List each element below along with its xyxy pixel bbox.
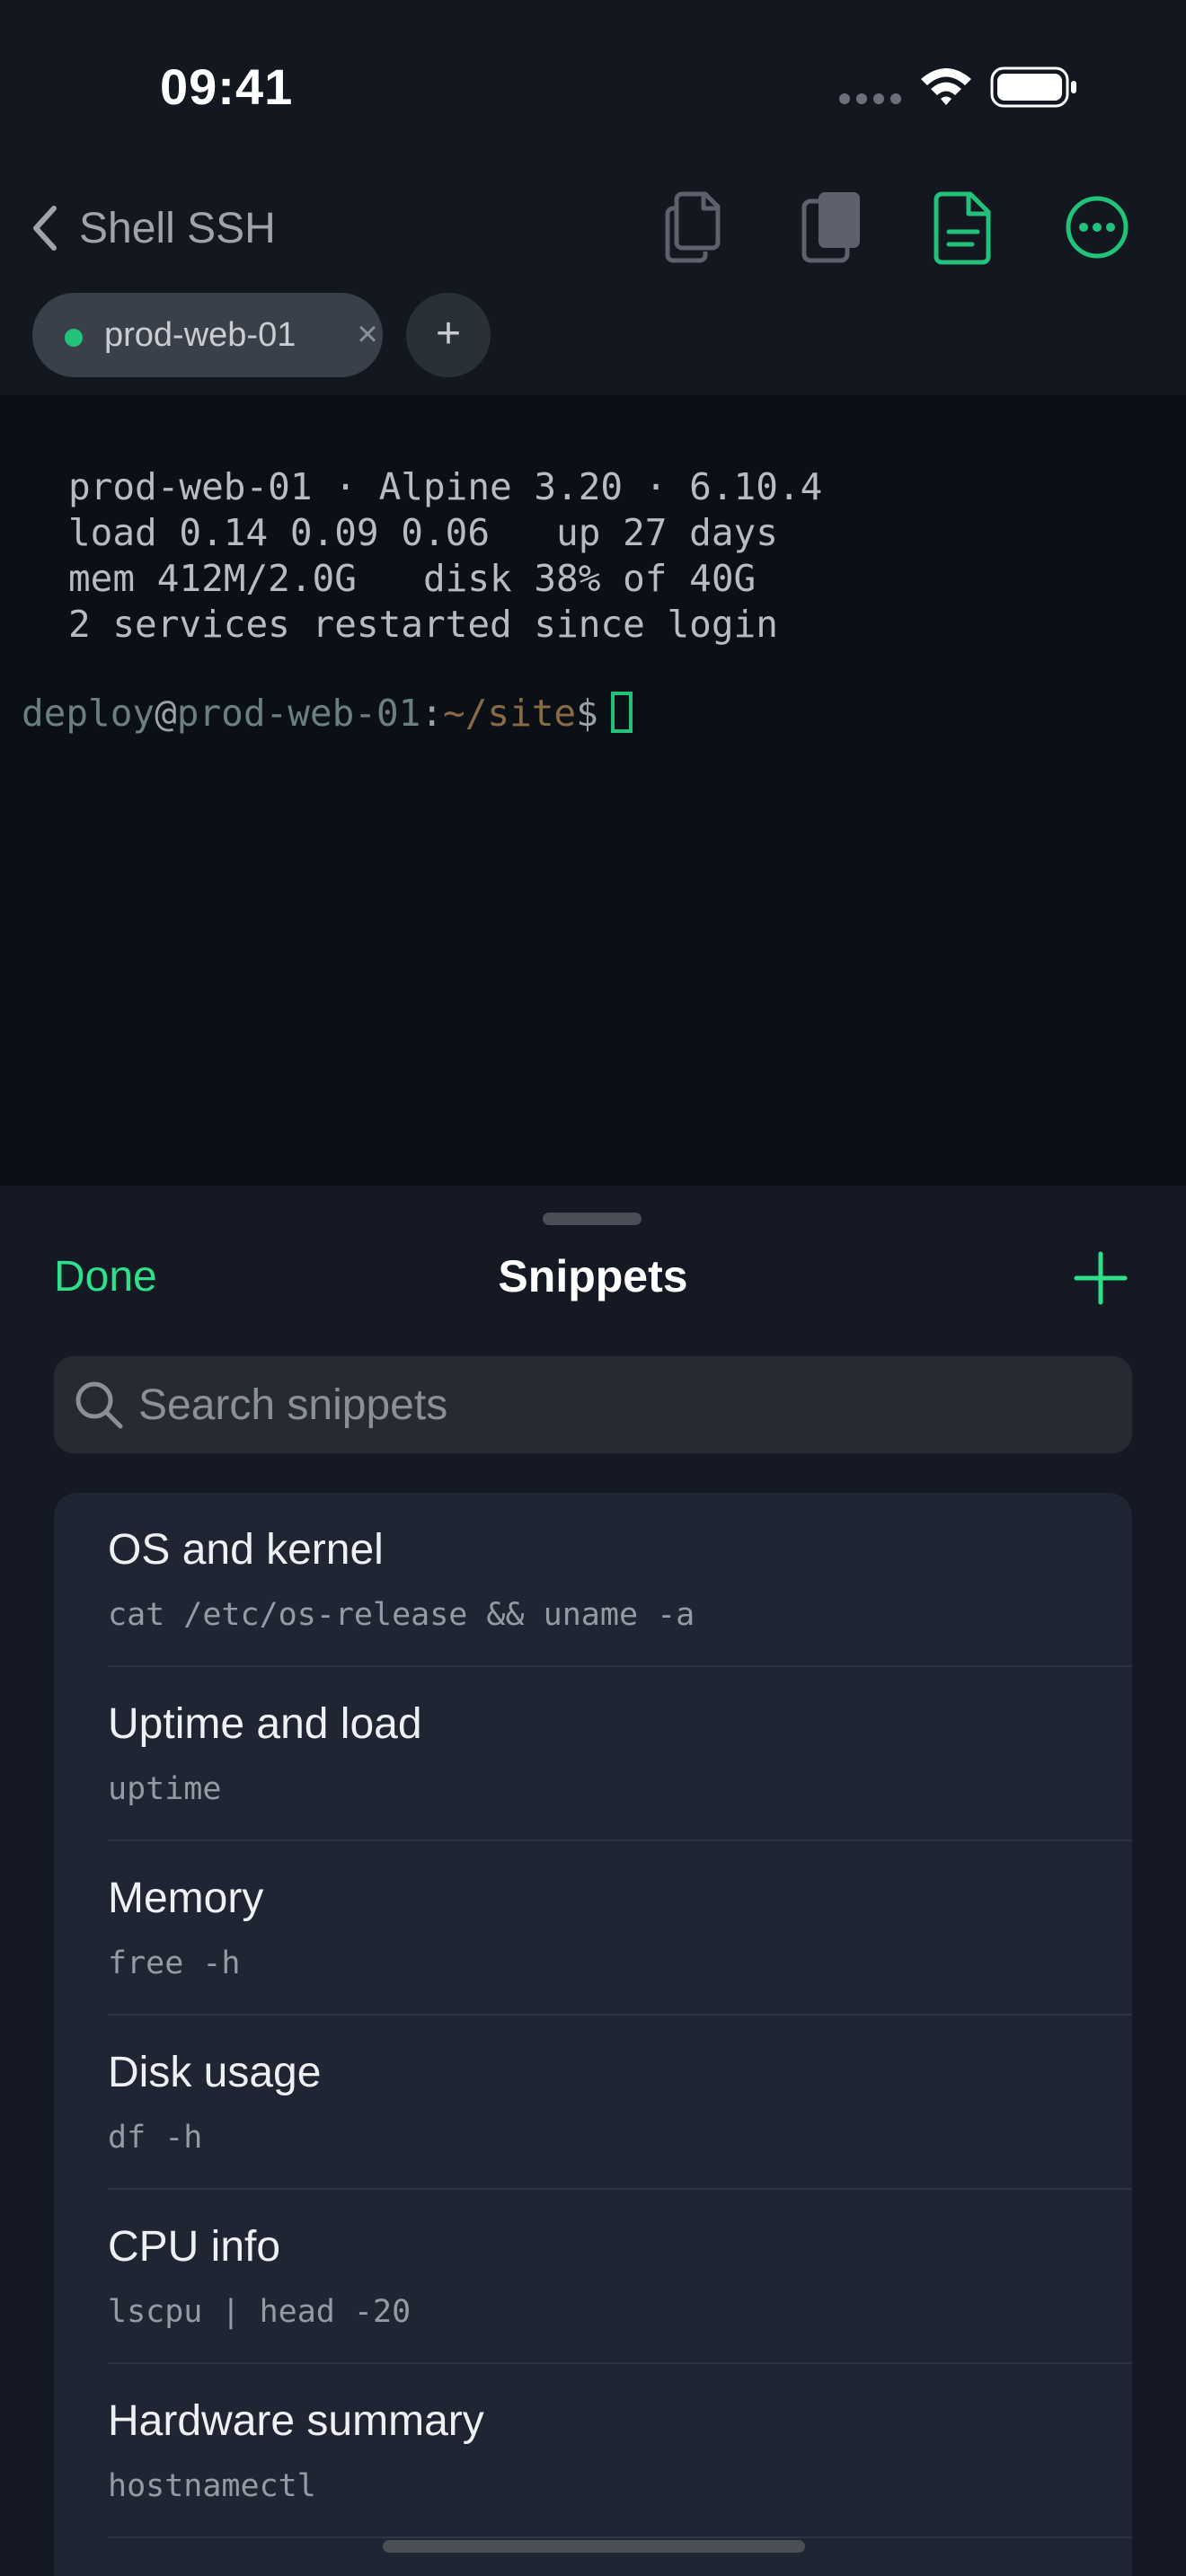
snippet-list: OS and kernel cat /etc/os-release && una…: [54, 1493, 1132, 2576]
snippet-title: CPU info: [108, 2223, 281, 2271]
search-input[interactable]: [138, 1356, 1109, 1453]
cellular-signal-icon: [839, 93, 902, 106]
snippet-title: Disk usage: [108, 2049, 322, 2096]
snippet-row[interactable]: Memory free -h: [54, 1841, 1132, 2016]
session-tabs: prod-web-01 × +: [0, 287, 1186, 386]
new-tab-button[interactable]: +: [406, 293, 491, 377]
prompt-user: deploy: [22, 692, 155, 735]
snippet-row[interactable]: Uptime and load uptime: [54, 1667, 1132, 1841]
snippet-row[interactable]: OS and kernel cat /etc/os-release && una…: [54, 1493, 1132, 1667]
prompt-path: ~/site: [443, 692, 577, 735]
chevron-left-icon: [33, 206, 57, 251]
status-bar: 09:41: [0, 0, 1186, 171]
search-icon: [75, 1381, 123, 1429]
snippet-title: OS and kernel: [108, 1526, 384, 1574]
prompt-symbol: $: [576, 692, 598, 735]
snippet-row[interactable]: Disk usage df -h: [54, 2016, 1132, 2190]
snippet-row[interactable]: CPU info lscpu | head -20: [54, 2190, 1132, 2364]
home-indicator[interactable]: [383, 2540, 805, 2553]
snippet-command: free -h: [108, 1945, 241, 1981]
prompt-at: @: [155, 692, 177, 735]
motd-line: mem 412M/2.0G disk 38% of 40G: [68, 557, 757, 600]
top-chrome: 09:41 Shell SSH prod-web-01 × +: [0, 0, 1186, 395]
nav-bar: Shell SSH: [0, 171, 1186, 287]
row-divider: [108, 2536, 1132, 2538]
snippets-button[interactable]: [915, 178, 1013, 277]
back-label: Shell SSH: [79, 204, 276, 252]
snippet-command: lscpu | head -20: [108, 2294, 412, 2330]
session-tab[interactable]: prod-web-01 ×: [32, 293, 383, 377]
more-button[interactable]: [1048, 178, 1146, 277]
back-button[interactable]: Shell SSH: [27, 183, 276, 273]
search-field[interactable]: [54, 1356, 1132, 1453]
snippets-sheet: Done Snippets OS and kernel cat /etc/os-…: [0, 1186, 1186, 2576]
connected-status-dot: [65, 329, 83, 347]
sheet-grabber[interactable]: [543, 1213, 642, 1225]
motd-line: load 0.14 0.09 0.06 up 27 days: [68, 511, 778, 554]
status-time: 09:41: [160, 58, 294, 115]
document-icon: [934, 191, 991, 265]
snippet-command: uptime: [108, 1771, 222, 1807]
prompt-colon: :: [420, 692, 444, 735]
snippet-command: cat /etc/os-release && uname -a: [108, 1597, 695, 1633]
battery-icon: [990, 66, 1076, 108]
shell-prompt: deploy@prod-web-01:~/site$: [22, 692, 633, 735]
snippet-row[interactable]: Hardware summary hostnamectl: [54, 2364, 1132, 2538]
snippet-title: Uptime and load: [108, 1700, 422, 1748]
close-icon[interactable]: ×: [354, 316, 381, 352]
snippet-title: Hardware summary: [108, 2397, 484, 2445]
motd-line: prod-web-01 · Alpine 3.20 · 6.10.4: [68, 465, 823, 508]
motd-line: 2 services restarted since login: [68, 603, 778, 646]
wifi-icon: [921, 68, 971, 105]
add-snippet-button[interactable]: [1069, 1247, 1132, 1310]
copy-icon: [665, 191, 721, 263]
terminal-output[interactable]: prod-web-01 · Alpine 3.20 · 6.10.4 load …: [0, 395, 1186, 1186]
sheet-title: Snippets: [498, 1251, 688, 1301]
snippet-command: hostnamectl: [108, 2468, 316, 2504]
paste-icon: [801, 192, 860, 263]
paste-button[interactable]: [782, 178, 881, 277]
snippet-title: Memory: [108, 1875, 264, 1922]
copy-button[interactable]: [642, 178, 740, 277]
more-icon: [1066, 196, 1128, 259]
prompt-host: prod-web-01: [176, 692, 421, 735]
terminal-cursor: [610, 692, 633, 733]
snippet-command: df -h: [108, 2120, 203, 2156]
session-tab-label: prod-web-01: [104, 316, 296, 354]
